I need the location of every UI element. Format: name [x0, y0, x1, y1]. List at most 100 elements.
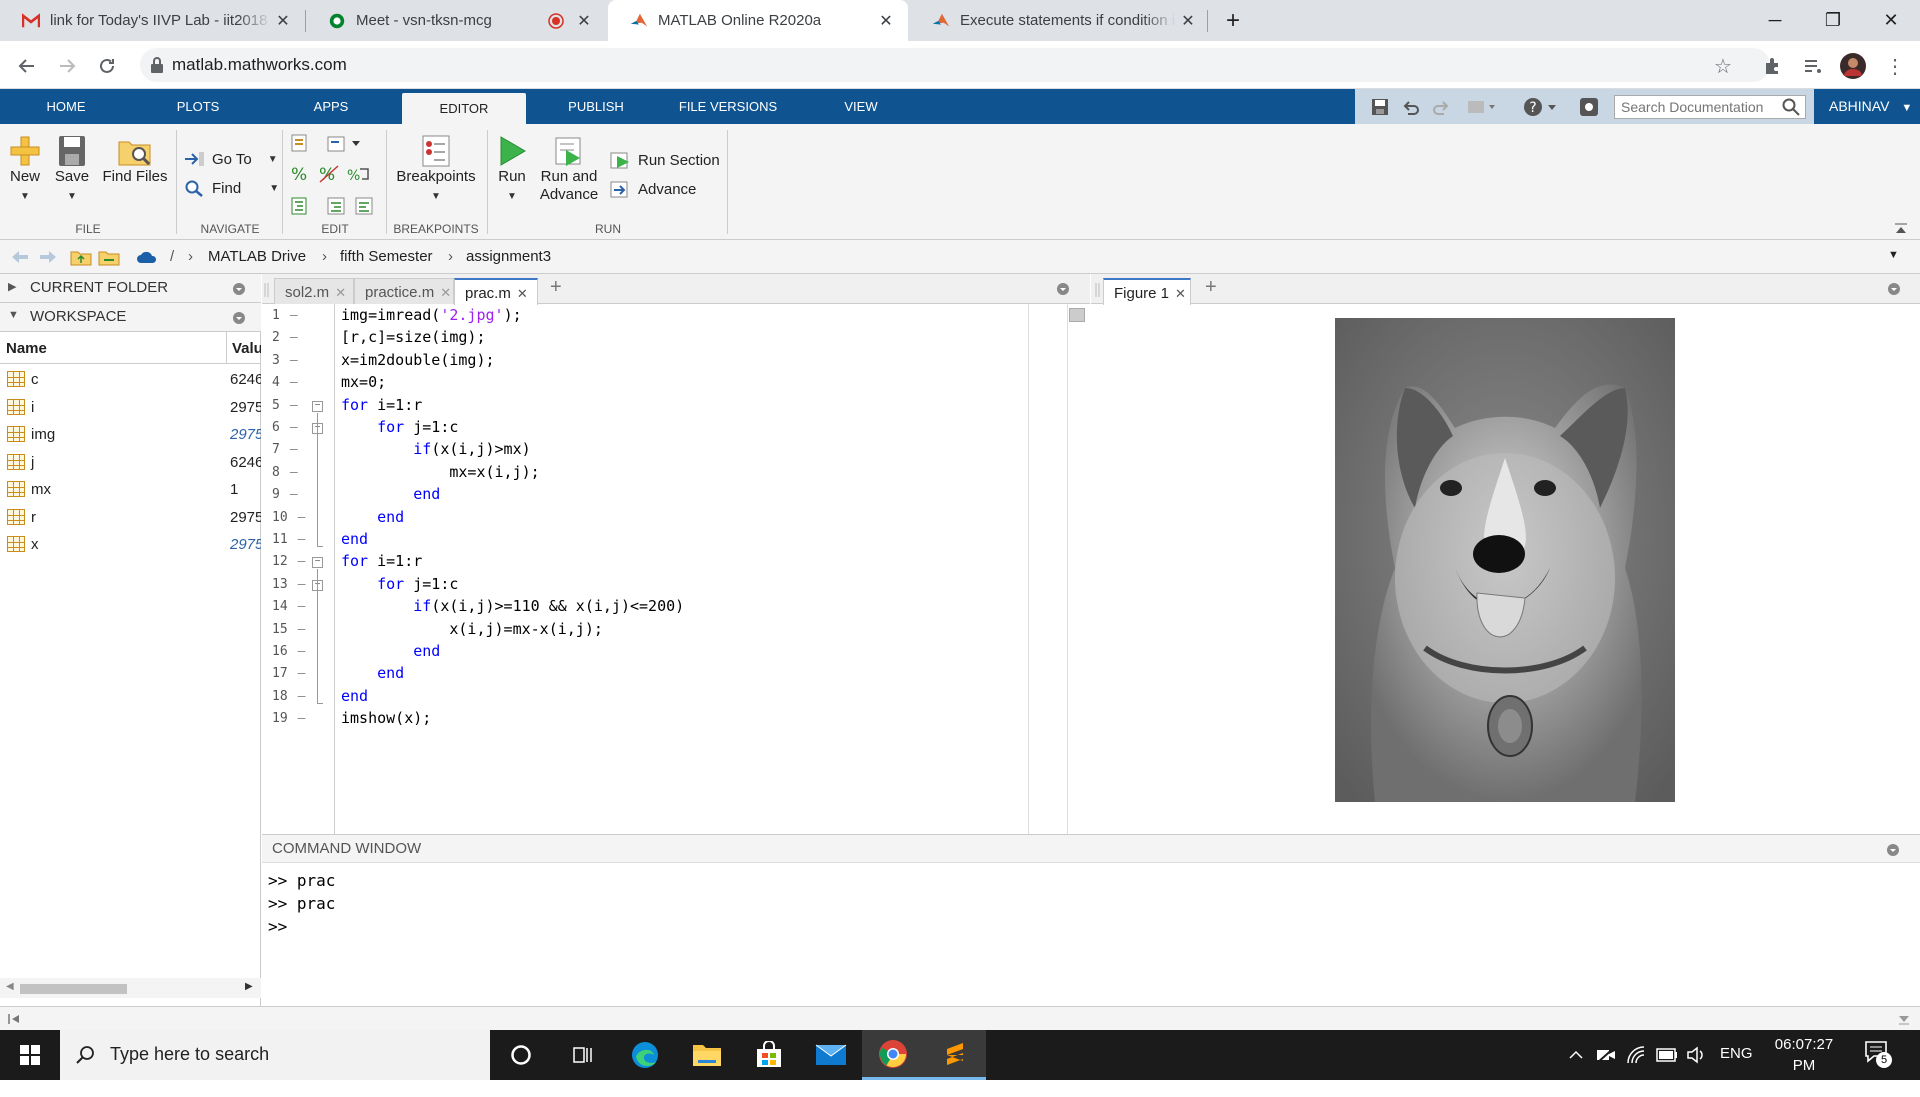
up-folder-icon[interactable]: [70, 248, 92, 266]
editor-tab-prac[interactable]: prac.m ✕: [454, 278, 538, 305]
start-button[interactable]: [0, 1030, 60, 1080]
tab-editor[interactable]: EDITOR: [402, 93, 526, 124]
collapse-panel-icon[interactable]: [8, 1013, 20, 1025]
taskbar-mail[interactable]: [800, 1030, 862, 1080]
battery-icon[interactable]: [1656, 1048, 1678, 1062]
line-number[interactable]: 19–: [272, 711, 312, 726]
workspace-variable-row[interactable]: i 2975: [0, 394, 261, 421]
line-number[interactable]: 10–: [272, 510, 312, 525]
restore-button[interactable]: ❐: [1804, 0, 1862, 41]
line-number[interactable]: 5–: [272, 398, 312, 413]
taskbar-edge[interactable]: [614, 1030, 676, 1080]
command-window[interactable]: COMMAND WINDOW >> prac >> prac >>: [262, 834, 1920, 1006]
scrollbar-thumb[interactable]: [20, 984, 127, 994]
profile-avatar[interactable]: [1836, 49, 1870, 83]
editor-tab-sol2[interactable]: sol2.m ✕: [274, 278, 354, 304]
find-files-button[interactable]: Find Files: [102, 134, 168, 186]
url-text[interactable]: matlab.mathworks.com: [172, 55, 347, 75]
line-number[interactable]: 9–: [272, 487, 312, 502]
browser-tab-mathworks-docs[interactable]: Execute statements if condition is ✕: [910, 0, 1210, 41]
line-number[interactable]: 11–: [272, 532, 312, 547]
close-icon[interactable]: ✕: [335, 285, 346, 300]
breakpoints-button[interactable]: Breakpoints ▼: [394, 134, 478, 206]
taskbar-chrome[interactable]: [862, 1030, 924, 1080]
close-icon[interactable]: ✕: [517, 286, 528, 301]
line-number[interactable]: 16–: [272, 644, 312, 659]
comment-icon[interactable]: %: [290, 164, 310, 184]
close-icon[interactable]: ✕: [440, 285, 451, 300]
tab-publish[interactable]: PUBLISH: [550, 89, 642, 124]
taskbar-sublime[interactable]: [924, 1030, 986, 1080]
line-number[interactable]: 14–: [272, 599, 312, 614]
forward-button[interactable]: [50, 49, 84, 83]
column-value-header[interactable]: Value: [232, 340, 261, 357]
uncomment-icon[interactable]: %: [318, 164, 342, 184]
new-tab-button[interactable]: +: [1204, 0, 1262, 41]
minimize-button[interactable]: ─: [1746, 0, 1804, 41]
insert-icon[interactable]: [290, 133, 310, 153]
add-tab-icon[interactable]: +: [550, 276, 562, 299]
breakpoint-marker[interactable]: –: [298, 644, 306, 659]
chevron-down-icon[interactable]: ▼: [1888, 249, 1899, 261]
code-line[interactable]: img=imread('2.jpg');: [341, 306, 522, 324]
code-line[interactable]: if(x(i,j)>mx): [341, 440, 530, 458]
code-line[interactable]: for i=1:r: [341, 396, 422, 414]
back-arrow-icon[interactable]: [10, 249, 30, 265]
language-indicator[interactable]: ENG: [1720, 1045, 1753, 1062]
user-menu[interactable]: ABHINAV ▼: [1814, 89, 1920, 124]
code-line[interactable]: for j=1:c: [341, 418, 458, 436]
breakpoint-marker[interactable]: –: [290, 353, 298, 368]
find-button[interactable]: Find ▼: [184, 179, 279, 197]
line-number[interactable]: 17–: [272, 666, 312, 681]
breakpoint-marker[interactable]: –: [290, 442, 298, 457]
workspace-variable-row[interactable]: j 6246: [0, 449, 261, 476]
breakpoint-marker[interactable]: –: [298, 554, 306, 569]
code-line[interactable]: end: [341, 530, 368, 548]
line-number[interactable]: 7–: [272, 442, 312, 457]
wifi-icon[interactable]: [1626, 1045, 1646, 1065]
reload-button[interactable]: [90, 49, 124, 83]
bookmark-star-icon[interactable]: ☆: [1706, 49, 1740, 83]
close-icon[interactable]: ✕: [1175, 286, 1186, 301]
breakpoint-marker[interactable]: –: [290, 398, 298, 413]
taskbar-store[interactable]: [738, 1030, 800, 1080]
breakpoint-marker[interactable]: –: [290, 330, 298, 345]
breakpoint-marker[interactable]: –: [298, 689, 306, 704]
breakpoint-marker[interactable]: –: [298, 711, 306, 726]
save-button[interactable]: Save ▼: [54, 134, 90, 206]
line-number[interactable]: 1–: [272, 308, 312, 323]
close-tab-icon[interactable]: ✕: [1176, 11, 1200, 31]
line-number[interactable]: 6–: [272, 420, 312, 435]
browse-folder-icon[interactable]: [98, 248, 120, 266]
new-button[interactable]: New ▼: [8, 134, 42, 206]
search-documentation-input[interactable]: [1614, 95, 1806, 119]
scroll-right-icon[interactable]: ▶: [245, 981, 253, 992]
save-icon[interactable]: [1371, 98, 1389, 116]
clock[interactable]: 06:07:27 PM 01-09-2020: [1762, 1034, 1846, 1097]
breadcrumb-fifth-semester[interactable]: fifth Semester: [340, 248, 433, 265]
address-bar[interactable]: [140, 48, 1770, 82]
panel-options-icon[interactable]: [1886, 843, 1900, 857]
close-tab-icon[interactable]: ✕: [572, 11, 596, 31]
add-tab-icon[interactable]: +: [1205, 276, 1217, 299]
workspace-panel-header[interactable]: ▼ WORKSPACE: [0, 303, 261, 332]
close-tab-icon[interactable]: ✕: [874, 11, 898, 31]
editor-tab-practice[interactable]: practice.m ✕: [354, 278, 454, 304]
horizontal-scrollbar[interactable]: ◀ ▶: [0, 978, 261, 998]
browser-tab-matlab[interactable]: MATLAB Online R2020a ✕: [608, 0, 908, 41]
line-number[interactable]: 18–: [272, 689, 312, 704]
close-window-button[interactable]: ✕: [1862, 0, 1920, 41]
figure-tab[interactable]: Figure 1 ✕: [1103, 278, 1191, 305]
panel-options-icon[interactable]: [1887, 282, 1901, 296]
line-number[interactable]: 3–: [272, 353, 312, 368]
breakpoint-marker[interactable]: –: [298, 510, 306, 525]
code-line[interactable]: end: [341, 687, 368, 705]
browser-tab-gmail[interactable]: link for Today's IIVP Lab - iit2018 ✕: [0, 0, 305, 41]
tab-plots[interactable]: PLOTS: [152, 89, 244, 124]
volume-icon[interactable]: [1686, 1046, 1706, 1064]
breakpoint-marker[interactable]: –: [290, 375, 298, 390]
extensions-icon[interactable]: [1756, 49, 1790, 83]
advance-button[interactable]: Advance: [610, 179, 696, 199]
fold-toggle-icon[interactable]: −: [312, 400, 323, 412]
code-line[interactable]: for j=1:c: [341, 575, 458, 593]
